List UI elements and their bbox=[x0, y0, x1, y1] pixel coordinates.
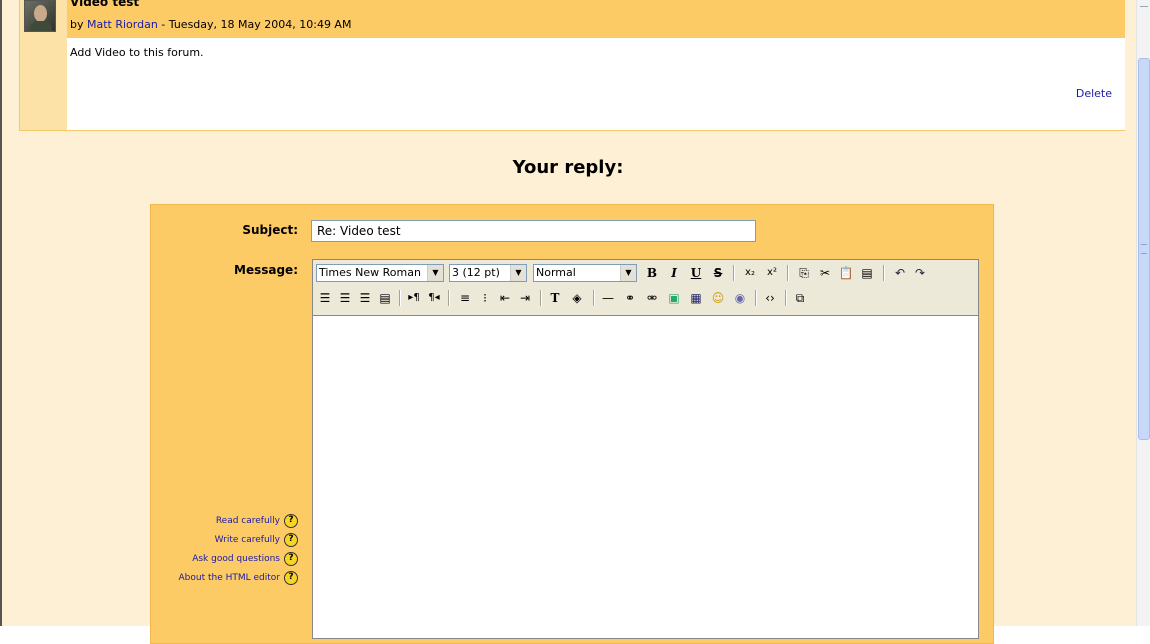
toolbar-separator bbox=[883, 265, 885, 281]
align-left-icon[interactable]: ☰ bbox=[316, 289, 334, 307]
scroll-grip-icon bbox=[1141, 244, 1147, 254]
copy-icon[interactable]: ⎘ bbox=[795, 264, 813, 282]
toolbar-separator bbox=[785, 290, 787, 306]
forum-post: Video test by Matt Riordan - Tuesday, 18… bbox=[19, 0, 1125, 131]
subscript-icon[interactable]: x₂ bbox=[741, 264, 759, 282]
editor-toolbar: Times New Roman ▼ 3 (12 pt) ▼ Normal ▼ B I … bbox=[313, 260, 978, 316]
html-editor: Times New Roman ▼ 3 (12 pt) ▼ Normal ▼ B I … bbox=[312, 259, 979, 639]
align-right-icon[interactable]: ☰ bbox=[356, 289, 374, 307]
post-message: Add Video to this forum. bbox=[70, 46, 204, 59]
align-center-icon[interactable]: ☰ bbox=[336, 289, 354, 307]
help-icon[interactable]: ? bbox=[284, 533, 298, 547]
outdent-icon[interactable]: ⇤ bbox=[496, 289, 514, 307]
reply-heading: Your reply: bbox=[512, 157, 624, 178]
font-family-value: Times New Roman bbox=[319, 266, 421, 279]
undo-icon[interactable]: ↶ bbox=[891, 264, 909, 282]
help-ask-good-questions[interactable]: Ask good questions? bbox=[160, 552, 298, 566]
font-size-select[interactable]: 3 (12 pt) ▼ bbox=[449, 264, 527, 282]
cut-icon[interactable]: ✂ bbox=[816, 264, 834, 282]
superscript-icon[interactable]: x² bbox=[763, 264, 781, 282]
rtl-icon[interactable]: ¶◂ bbox=[425, 289, 443, 307]
toolbar-separator bbox=[755, 290, 757, 306]
help-write-carefully[interactable]: Write carefully? bbox=[160, 533, 298, 547]
help-label[interactable]: Ask good questions bbox=[192, 554, 280, 564]
help-icon[interactable]: ? bbox=[284, 552, 298, 566]
indent-icon[interactable]: ⇥ bbox=[516, 289, 534, 307]
html-source-icon[interactable]: ‹› bbox=[761, 289, 779, 307]
ordered-list-icon[interactable]: ≡ bbox=[456, 289, 474, 307]
strikethrough-button[interactable]: S bbox=[709, 264, 727, 282]
help-label[interactable]: Write carefully bbox=[215, 535, 280, 545]
underline-button[interactable]: U bbox=[687, 264, 705, 282]
unlink-icon[interactable]: ⚮ bbox=[643, 289, 661, 307]
format-value: Normal bbox=[536, 266, 576, 279]
toolbar-separator bbox=[787, 265, 789, 281]
delete-link[interactable]: Delete bbox=[1076, 87, 1112, 100]
link-icon[interactable]: ⚭ bbox=[621, 289, 639, 307]
author-link[interactable]: Matt Riordan bbox=[87, 18, 158, 31]
font-size-value: 3 (12 pt) bbox=[452, 266, 500, 279]
format-select[interactable]: Normal ▼ bbox=[533, 264, 637, 282]
image-icon[interactable]: ▣ bbox=[665, 289, 683, 307]
horizontal-rule-icon[interactable]: — bbox=[599, 289, 617, 307]
scroll-arrow-up-icon[interactable] bbox=[1140, 6, 1148, 7]
toolbar-separator bbox=[593, 290, 595, 306]
avatar[interactable] bbox=[24, 0, 56, 32]
paste-icon[interactable]: 📋 bbox=[837, 264, 855, 282]
subject-input[interactable] bbox=[311, 220, 756, 242]
toolbar-separator bbox=[733, 265, 735, 281]
ltr-icon[interactable]: ▸¶ bbox=[405, 289, 423, 307]
help-label[interactable]: Read carefully bbox=[216, 516, 280, 526]
help-read-carefully[interactable]: Read carefully? bbox=[160, 514, 298, 528]
post-title: Video test bbox=[70, 0, 140, 9]
help-icon[interactable]: ? bbox=[284, 514, 298, 528]
chevron-down-icon: ▼ bbox=[427, 265, 443, 281]
font-family-select[interactable]: Times New Roman ▼ bbox=[316, 264, 444, 282]
help-label[interactable]: About the HTML editor bbox=[179, 573, 281, 583]
help-icon[interactable]: ? bbox=[284, 571, 298, 585]
byline-prefix: by bbox=[70, 18, 87, 31]
chevron-down-icon: ▼ bbox=[510, 265, 526, 281]
message-edit-area[interactable] bbox=[313, 316, 978, 638]
toolbar-separator bbox=[540, 290, 542, 306]
redo-icon[interactable]: ↷ bbox=[911, 264, 929, 282]
justify-icon[interactable]: ▤ bbox=[376, 289, 394, 307]
table-icon[interactable]: ▦ bbox=[687, 289, 705, 307]
chevron-down-icon: ▼ bbox=[620, 265, 636, 281]
fullscreen-icon[interactable]: ⧉ bbox=[791, 289, 809, 307]
post-date: - Tuesday, 18 May 2004, 10:49 AM bbox=[157, 18, 352, 31]
smiley-icon[interactable]: ☺ bbox=[709, 289, 727, 307]
toolbar-separator bbox=[448, 290, 450, 306]
italic-button[interactable]: I bbox=[665, 264, 683, 282]
toolbar-separator bbox=[399, 290, 401, 306]
special-char-icon[interactable]: ◉ bbox=[731, 289, 749, 307]
subject-label: Subject: bbox=[242, 223, 298, 237]
post-byline: by Matt Riordan - Tuesday, 18 May 2004, … bbox=[70, 18, 351, 31]
post-body: Add Video to this forum. Delete bbox=[67, 38, 1125, 130]
text-color-icon[interactable]: T bbox=[546, 289, 564, 307]
paste-word-icon[interactable]: ▤ bbox=[858, 264, 876, 282]
message-label: Message: bbox=[234, 263, 298, 277]
unordered-list-icon[interactable]: ⁝ bbox=[476, 289, 494, 307]
bg-color-icon[interactable]: ◈ bbox=[568, 289, 586, 307]
bold-button[interactable]: B bbox=[643, 264, 661, 282]
help-about-html-editor[interactable]: About the HTML editor? bbox=[160, 571, 298, 585]
